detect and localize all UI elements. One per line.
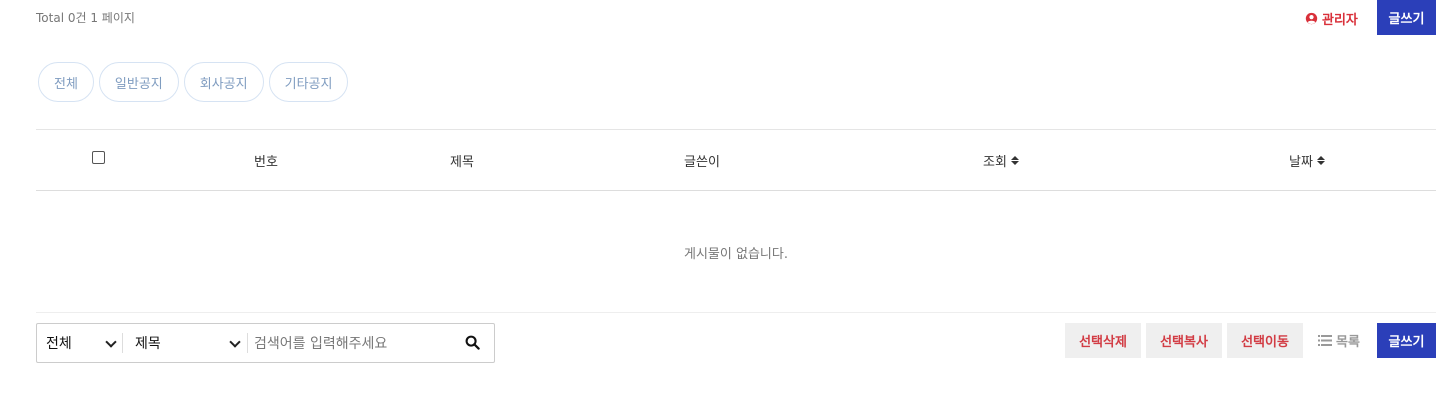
admin-label: 관리자 bbox=[1322, 13, 1358, 28]
category-tabs: 전체 일반공지 회사공지 기타공지 bbox=[38, 62, 349, 102]
search-icon[interactable] bbox=[465, 335, 480, 350]
search-input[interactable] bbox=[252, 324, 456, 364]
table-header-border bbox=[36, 190, 1436, 191]
category-tab-other[interactable]: 기타공지 bbox=[268, 62, 349, 102]
category-tab-company[interactable]: 회사공지 bbox=[183, 62, 264, 102]
search-field-value: 제목 bbox=[135, 336, 161, 352]
category-tab-all[interactable]: 전체 bbox=[38, 62, 94, 102]
chevron-down-icon bbox=[105, 336, 117, 348]
search-form: 전체 제목 bbox=[36, 323, 495, 364]
list-button[interactable]: 목록 bbox=[1318, 323, 1360, 358]
column-date[interactable]: 날짜 bbox=[1262, 130, 1352, 190]
list-button-label: 목록 bbox=[1336, 335, 1360, 350]
user-circle-icon bbox=[1305, 12, 1318, 25]
empty-message: 게시물이 없습니다. bbox=[684, 247, 788, 262]
delete-selected-button[interactable]: 선택삭제 bbox=[1065, 323, 1141, 358]
write-button-top[interactable]: 글쓰기 bbox=[1377, 0, 1436, 35]
column-number: 번호 bbox=[254, 154, 278, 170]
total-count: Total 0건 1 페이지 bbox=[36, 11, 135, 25]
select-divider bbox=[122, 333, 123, 353]
search-field-select[interactable]: 제목 bbox=[135, 324, 245, 362]
search-scope-value: 전체 bbox=[46, 336, 72, 352]
table-bottom-border bbox=[36, 312, 1436, 313]
copy-selected-button[interactable]: 선택복사 bbox=[1146, 323, 1222, 358]
column-views[interactable]: 조회 bbox=[956, 130, 1046, 190]
admin-link[interactable]: 관리자 bbox=[1305, 9, 1358, 28]
table-header: 번호 제목 글쓴이 조회 날짜 bbox=[36, 130, 1436, 190]
column-date-label: 날짜 bbox=[1289, 154, 1313, 170]
select-all-cell bbox=[88, 130, 108, 190]
column-subject: 제목 bbox=[450, 154, 474, 170]
column-author: 글쓴이 bbox=[684, 154, 720, 170]
chevron-down-icon bbox=[229, 336, 241, 348]
sort-icon[interactable] bbox=[1316, 155, 1325, 165]
move-selected-button[interactable]: 선택이동 bbox=[1227, 323, 1303, 358]
column-views-label: 조회 bbox=[983, 154, 1007, 170]
search-scope-select[interactable]: 전체 bbox=[46, 324, 121, 362]
select-all-checkbox[interactable] bbox=[91, 150, 105, 164]
input-divider bbox=[247, 333, 248, 353]
category-tab-general[interactable]: 일반공지 bbox=[98, 62, 179, 102]
list-icon bbox=[1318, 335, 1332, 346]
write-button-bottom[interactable]: 글쓰기 bbox=[1377, 323, 1436, 358]
sort-icon[interactable] bbox=[1010, 155, 1019, 165]
